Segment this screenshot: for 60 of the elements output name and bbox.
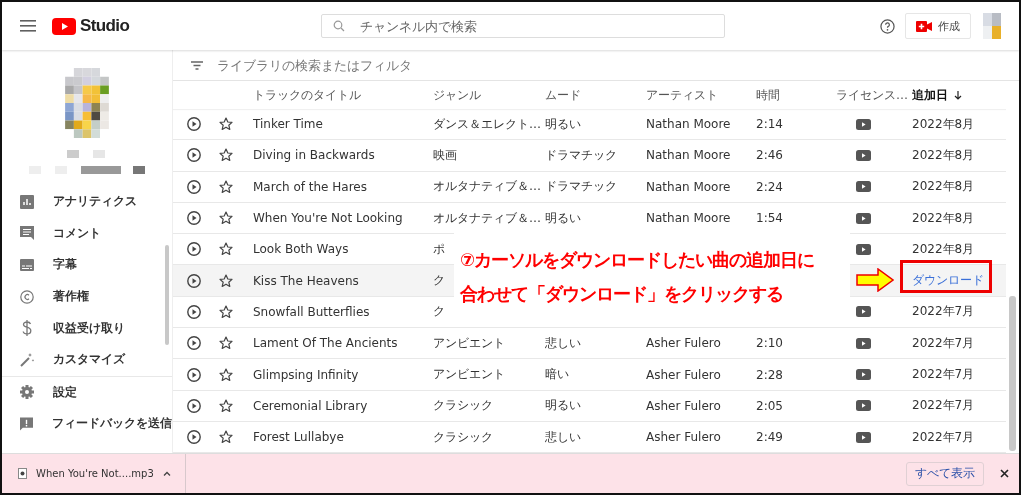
track-title: Look Both Ways <box>253 242 349 257</box>
genre-cell: クラシック <box>433 428 493 446</box>
genre-cell: ポ <box>433 240 445 258</box>
track-title: Ceremonial Library <box>253 398 368 413</box>
mood-cell: 明るい <box>545 398 581 413</box>
date-added-cell: 2022年7月 <box>912 428 975 446</box>
track-title: Lament Of The Ancients <box>253 336 398 351</box>
genre-cell: 映画 <box>433 146 457 164</box>
annotation-text: ⑦カーソルをダウンロードしたい曲の追加日に <box>460 247 816 272</box>
duration-cell: 2:46 <box>756 148 783 163</box>
genre-cell: アンビエント <box>433 366 505 383</box>
date-added-cell: 2022年7月 <box>912 366 975 383</box>
date-added-cell: 2022年8月 <box>912 240 975 258</box>
track-title: Glimpsing Infinity <box>253 367 359 382</box>
mood-cell: 暗い <box>545 367 569 381</box>
genre-cell: アンビエント <box>433 334 505 352</box>
date-added-cell: 2022年8月 <box>912 115 975 133</box>
genre-cell: クラシック <box>433 397 493 415</box>
artist-cell: Asher Fulero <box>646 430 721 445</box>
artist-cell: Nathan Moore <box>646 179 731 194</box>
track-title: March of the Hares <box>253 179 367 194</box>
date-added-cell: 2022年7月 <box>912 303 975 321</box>
mood-cell: 悲しい <box>545 335 581 350</box>
annotation-text: 合わせて「ダウンロード」をクリックする <box>460 281 784 306</box>
artist-cell: Asher Fulero <box>646 336 721 351</box>
genre-cell: ク <box>433 303 445 321</box>
duration-cell: 2:28 <box>756 367 783 382</box>
logo-text: Studio <box>80 16 130 36</box>
date-added-cell: 2022年8月 <box>912 178 975 196</box>
track-title: When You're Not Looking <box>253 211 403 226</box>
genre-cell: ク <box>433 272 445 290</box>
duration-cell: 2:24 <box>756 179 783 194</box>
genre-cell: オルタナティブ＆… <box>433 178 541 196</box>
genre-cell: ダンス＆エレクト… <box>433 115 541 133</box>
mood-cell: 悲しい <box>545 429 581 444</box>
track-title: Diving in Backwards <box>253 148 375 163</box>
mood-cell: ドラマチック <box>545 179 617 194</box>
duration-cell: 2:10 <box>756 336 783 351</box>
date-added-cell: 2022年7月 <box>912 397 975 415</box>
duration-cell: 2:14 <box>756 117 783 132</box>
duration-cell: 2:49 <box>756 430 783 445</box>
mood-cell: ドラマチック <box>545 147 617 162</box>
track-title: Kiss The Heavens <box>253 273 359 288</box>
date-added-cell: 2022年8月 <box>912 209 975 227</box>
artist-cell: Nathan Moore <box>646 211 731 226</box>
mood-cell: 明るい <box>545 116 581 131</box>
duration-cell: 2:05 <box>756 398 783 413</box>
artist-cell: Nathan Moore <box>646 148 731 163</box>
artist-cell: Asher Fulero <box>646 398 721 413</box>
file-name: When You're Not....mp3 <box>36 468 154 479</box>
duration-cell: 1:54 <box>756 211 783 226</box>
date-added-cell: 2022年8月 <box>912 146 975 164</box>
artist-cell: Asher Fulero <box>646 367 721 382</box>
mood-cell: 明るい <box>545 210 581 225</box>
track-title: Snowfall Butterflies <box>253 304 370 319</box>
date-added-cell: 2022年7月 <box>912 334 975 352</box>
track-title: Forest Lullabye <box>253 430 344 445</box>
genre-cell: オルタナティブ＆… <box>433 209 541 227</box>
track-title: Tinker Time <box>253 117 323 132</box>
artist-cell: Nathan Moore <box>646 117 731 132</box>
